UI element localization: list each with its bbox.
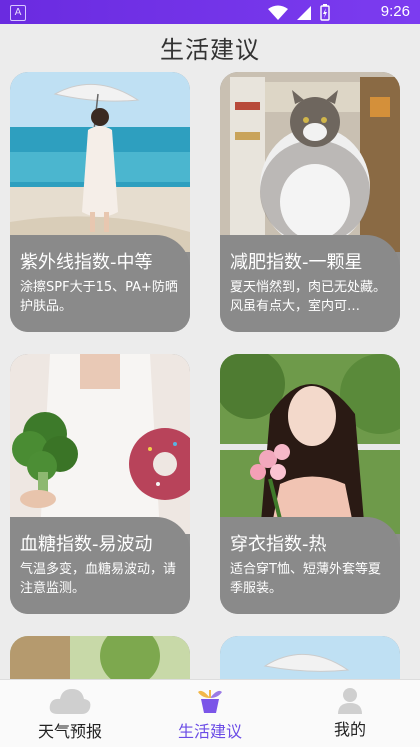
battery-icon — [320, 4, 330, 21]
card-description: 适合穿T恤、短薄外套等夏季服装。 — [230, 562, 381, 596]
page-title: 生活建议 — [160, 36, 260, 64]
nav-weather-forecast[interactable]: 天气预报 — [0, 680, 140, 747]
cloud-icon — [49, 689, 91, 714]
card-description: 夏天悄然到，肉已无处藏。风虽有点大，室内可… — [230, 280, 387, 314]
status-bar: A 9:26 — [0, 0, 420, 24]
wifi-icon — [268, 5, 288, 20]
bottom-navigation: 天气预报 生活建议 我的 — [0, 679, 420, 747]
weight-loss-index-card[interactable]: 减肥指数-一颗星 夏天悄然到，肉已无处藏。风虽有点大，室内可… — [220, 72, 400, 332]
nav-me[interactable]: 我的 — [280, 680, 420, 747]
card-description: 涂擦SPF大于15、PA+防晒护肤品。 — [20, 280, 178, 314]
plant-pot-icon — [198, 690, 222, 713]
blood-sugar-index-card[interactable]: 血糖指数-易波动 气温多变，血糖易波动，请注意监测。 — [10, 354, 190, 614]
person-icon — [338, 688, 362, 714]
card-title: 血糖指数-易波动 — [20, 534, 153, 555]
nav-label: 天气预报 — [37, 722, 102, 741]
nav-life-advice[interactable]: 生活建议 — [140, 680, 280, 747]
nav-label: 生活建议 — [177, 722, 242, 741]
dressing-index-card[interactable]: 穿衣指数-热 适合穿T恤、短薄外套等夏季服装。 — [220, 354, 400, 614]
partial-card-right[interactable] — [220, 636, 400, 684]
card-image-beach — [10, 72, 190, 252]
card-title: 紫外线指数-中等 — [20, 252, 153, 273]
app-notification-icon: A — [10, 5, 26, 21]
card-image-girl-flowers — [220, 354, 400, 534]
signal-icon — [297, 5, 311, 20]
card-image-cat — [220, 72, 400, 252]
nav-label: 我的 — [333, 720, 366, 739]
partial-card-left[interactable] — [10, 636, 190, 684]
uv-index-card[interactable]: 紫外线指数-中等 涂擦SPF大于15、PA+防晒护肤品。 — [10, 72, 190, 332]
card-title: 穿衣指数-热 — [230, 534, 327, 555]
clock: 9:26 — [380, 3, 410, 20]
card-description: 气温多变，血糖易波动，请注意监测。 — [20, 562, 177, 596]
card-image-partial — [220, 636, 400, 684]
card-image-partial — [10, 636, 190, 684]
card-image-broccoli-donut — [10, 354, 190, 534]
card-title: 减肥指数-一颗星 — [230, 252, 363, 273]
